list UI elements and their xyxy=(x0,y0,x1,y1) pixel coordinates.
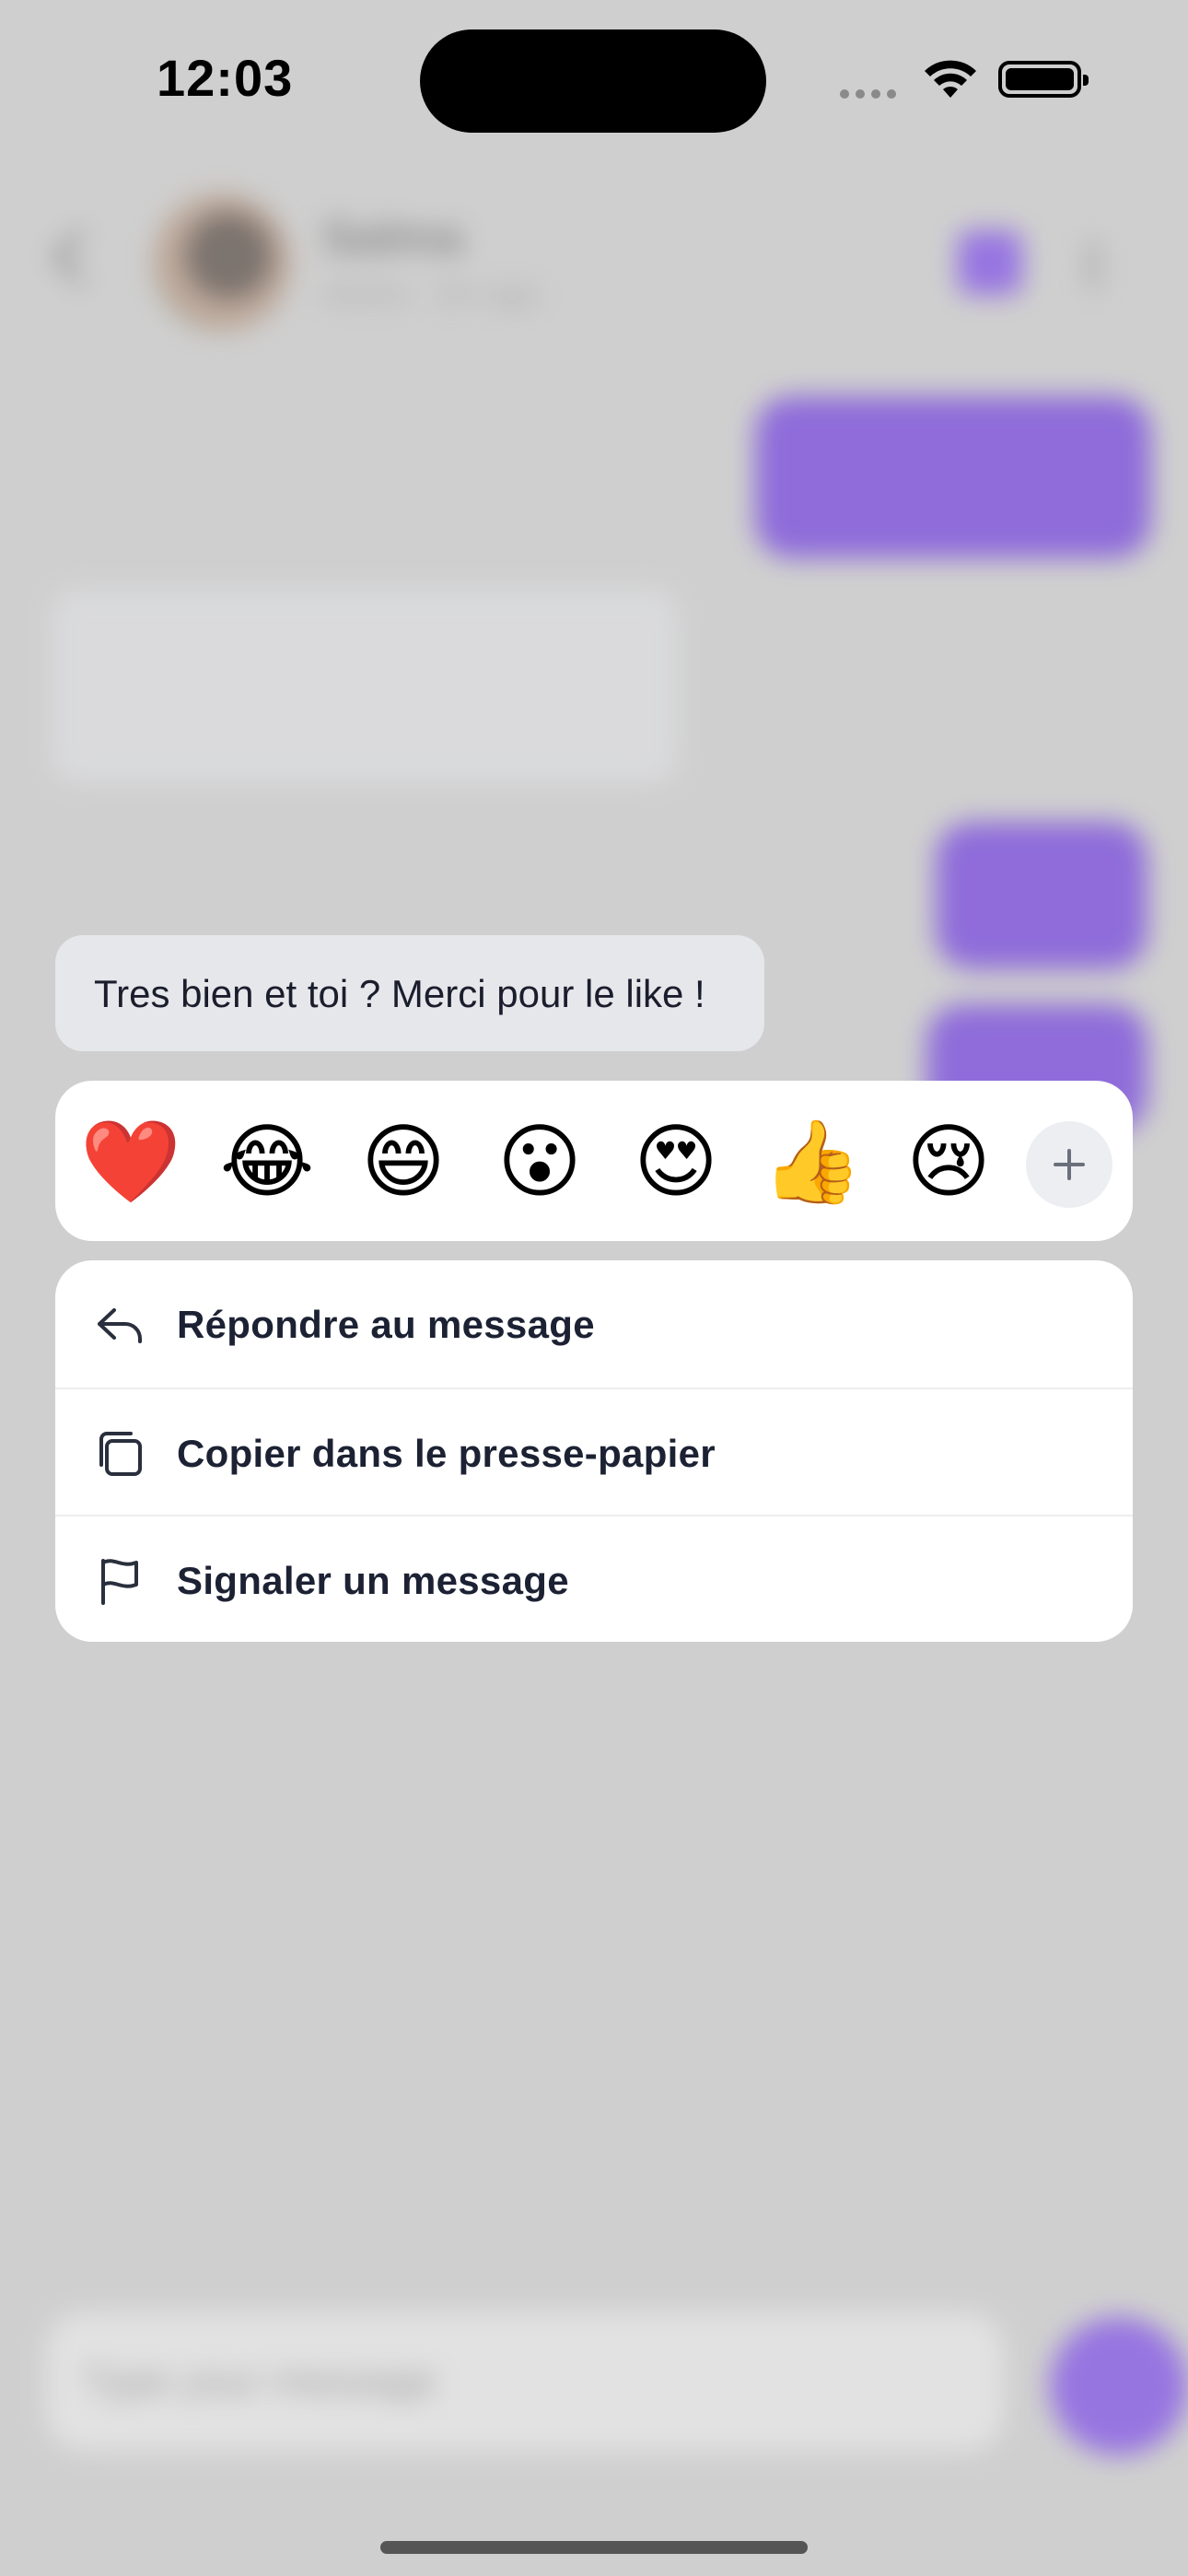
reaction-tears-of-joy-icon[interactable]: 😂 xyxy=(212,1107,322,1217)
battery-icon xyxy=(998,61,1089,98)
menu-item-report-label: Signaler un message xyxy=(177,1559,569,1602)
sent-bubble xyxy=(936,822,1147,969)
message-input xyxy=(46,2313,1004,2451)
cellular-signal-icon xyxy=(840,87,903,103)
avatar xyxy=(153,193,291,332)
send-button xyxy=(1050,2317,1188,2455)
reaction-picker: ❤️ 😂 😄 😮 😍 👍 😢 xyxy=(55,1081,1133,1241)
received-bubble xyxy=(52,590,678,783)
reaction-thumbs-up-icon[interactable]: 👍 xyxy=(757,1107,868,1217)
menu-item-copy-label: Copier dans le presse-papier xyxy=(177,1432,716,1475)
menu-item-reply-label: Répondre au message xyxy=(177,1303,595,1346)
selected-message-bubble: Tres bien et toi ? Merci pour le like ! xyxy=(55,935,764,1051)
contact-status: Active · 2m ago xyxy=(322,276,541,311)
back-icon xyxy=(52,229,108,285)
reaction-crying-icon[interactable]: 😢 xyxy=(893,1107,1004,1217)
reply-icon xyxy=(98,1308,142,1343)
menu-item-reply[interactable]: Répondre au message xyxy=(55,1260,1133,1388)
reaction-heart-icon[interactable]: ❤️ xyxy=(76,1107,186,1217)
contact-name: Salma xyxy=(322,211,464,264)
status-bar: 12:03 xyxy=(0,0,1188,157)
status-time: 12:03 xyxy=(157,49,294,107)
more-icon xyxy=(1087,240,1100,291)
reaction-grinning-icon[interactable]: 😄 xyxy=(348,1107,459,1217)
wifi-icon xyxy=(925,60,976,98)
copy-icon xyxy=(99,1432,142,1476)
home-indicator[interactable] xyxy=(380,2541,808,2554)
sent-bubble xyxy=(755,396,1151,558)
reaction-heart-eyes-icon[interactable]: 😍 xyxy=(621,1107,731,1217)
menu-item-report[interactable]: Signaler un message xyxy=(55,1515,1133,1642)
message-input-placeholder: Type your message xyxy=(83,2359,437,2404)
add-reaction-button[interactable] xyxy=(1026,1121,1112,1208)
reaction-surprised-icon[interactable]: 😮 xyxy=(484,1107,595,1217)
menu-item-copy[interactable]: Copier dans le presse-papier xyxy=(55,1388,1133,1516)
message-context-menu: Répondre au message Copier dans le press… xyxy=(55,1260,1133,1642)
dynamic-island xyxy=(420,29,766,133)
phone-icon xyxy=(958,230,1022,295)
flag-icon xyxy=(101,1559,138,1605)
